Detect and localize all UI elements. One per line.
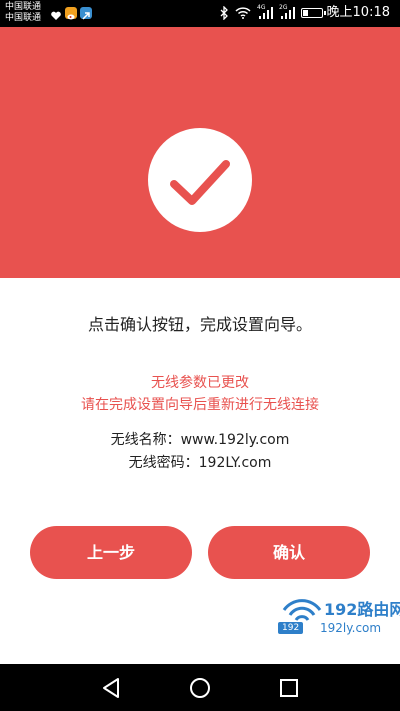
navigation-bar — [0, 664, 400, 711]
weibo-icon — [65, 7, 77, 20]
recents-square-icon[interactable] — [276, 675, 302, 701]
health-heart-icon — [50, 7, 62, 20]
watermark-url: 192ly.com — [320, 621, 382, 635]
bluetooth-icon — [220, 6, 228, 20]
watermark-title: 192路由网 — [324, 600, 400, 619]
success-banner — [0, 27, 400, 278]
previous-step-button[interactable]: 上一步 — [30, 526, 192, 579]
warning-detail: 请在完成设置向导后重新进行无线连接 — [81, 397, 319, 413]
instruction-text: 点击确认按钮，完成设置向导。 — [87, 315, 312, 334]
home-circle-icon[interactable] — [187, 675, 213, 701]
notification-icons — [50, 7, 92, 20]
confirm-button[interactable]: 确认 — [208, 526, 370, 579]
checkmark-icon — [170, 160, 230, 205]
carrier-names: 中国联通 中国联通 — [5, 2, 41, 24]
wifi-icon — [235, 7, 251, 19]
warning-title: 无线参数已更改 — [151, 375, 249, 391]
wireless-name: 无线名称：www.192ly.com — [110, 432, 290, 448]
battery-icon — [301, 8, 326, 18]
wireless-password: 无线密码：192LY.com — [128, 455, 272, 471]
success-circle — [148, 128, 252, 232]
carrier-1: 中国联通 — [5, 2, 42, 12]
system-icons: 4G 2G — [220, 4, 326, 21]
signal-bars-icon — [259, 7, 273, 19]
signal-bars-icon — [281, 7, 295, 19]
back-triangle-icon[interactable] — [98, 675, 124, 701]
signal-2: 2G — [279, 4, 295, 20]
site-watermark: 192路由网 192 192ly.com — [276, 598, 400, 640]
app-notification-icon — [80, 7, 92, 20]
carrier-2: 中国联通 — [5, 13, 42, 23]
clock: 晚上10:18 — [326, 5, 390, 20]
watermark-badge: 192 — [278, 622, 304, 634]
signal-1: 4G — [257, 4, 273, 20]
wizard-screen: 中国联通 中国联通 4G 2G 晚上10:18 点击确认按钮，完成设置向导。 无… — [0, 0, 400, 711]
status-bar: 中国联通 中国联通 4G 2G 晚上10:18 — [0, 0, 400, 27]
wifi-logo-icon — [282, 599, 322, 621]
